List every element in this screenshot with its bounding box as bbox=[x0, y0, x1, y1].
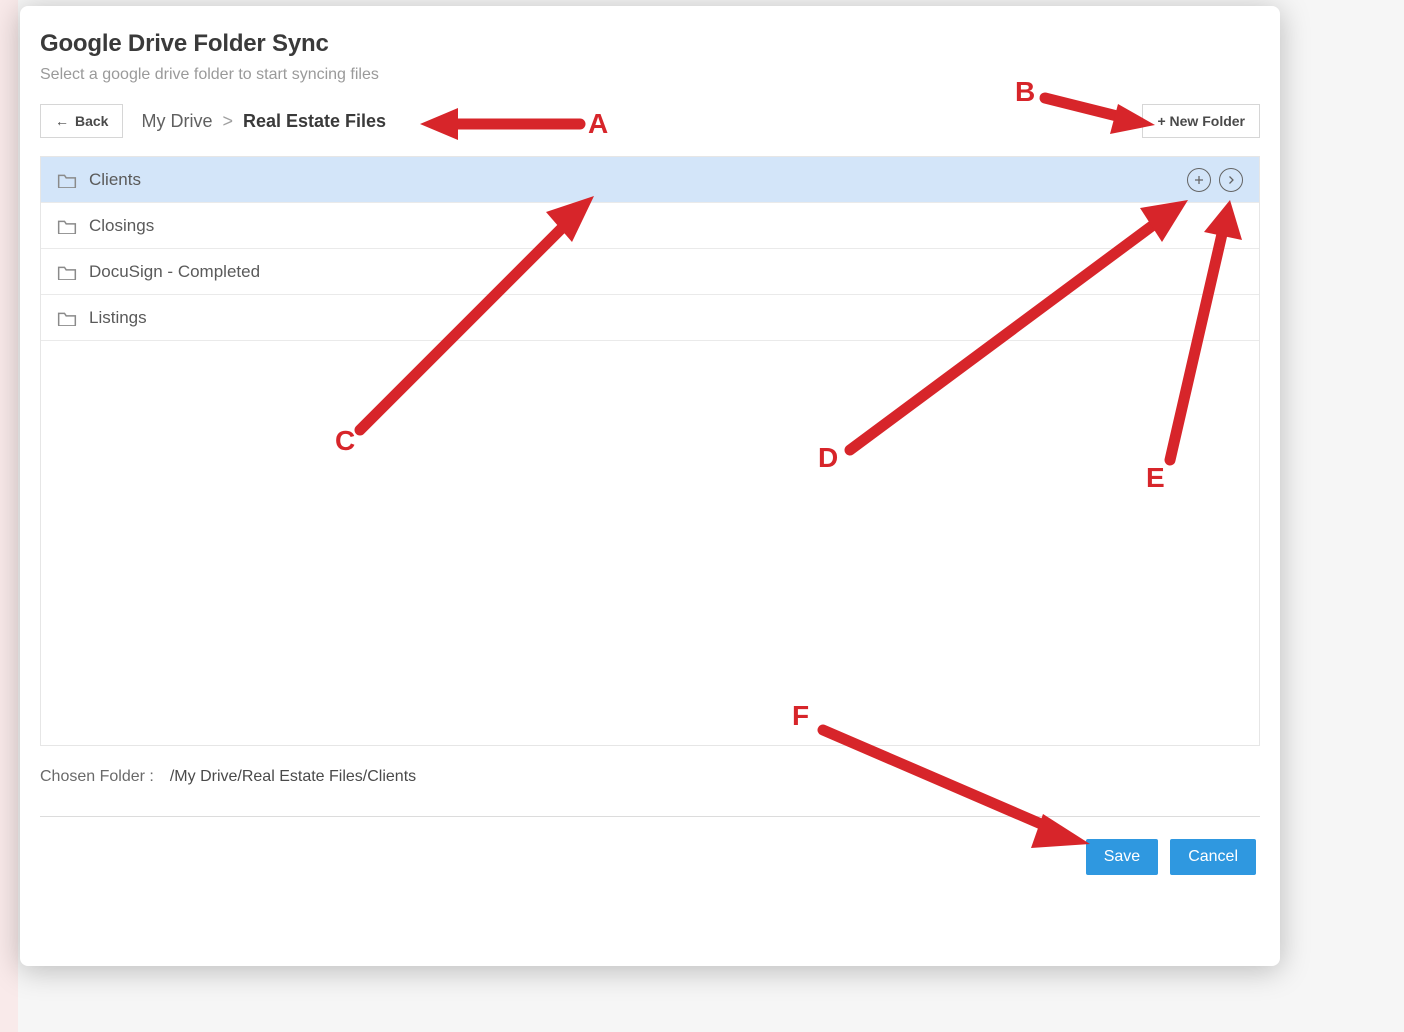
open-folder-icon[interactable] bbox=[1219, 168, 1243, 192]
divider bbox=[40, 816, 1260, 817]
background-page: Google Drive Folder Sync Select a google… bbox=[0, 0, 1404, 1032]
breadcrumb-current: Real Estate Files bbox=[243, 111, 386, 132]
folder-name: DocuSign - Completed bbox=[89, 262, 1243, 282]
folder-icon bbox=[57, 218, 77, 234]
new-folder-button[interactable]: + New Folder bbox=[1142, 104, 1260, 138]
back-button[interactable]: ← Back bbox=[40, 104, 123, 138]
back-arrow-icon: ← bbox=[55, 113, 69, 129]
breadcrumb: My Drive > Real Estate Files bbox=[141, 111, 386, 132]
modal-title: Google Drive Folder Sync bbox=[40, 30, 1260, 58]
add-subfolder-icon[interactable] bbox=[1187, 168, 1211, 192]
folder-icon bbox=[57, 264, 77, 280]
folder-sync-modal: Google Drive Folder Sync Select a google… bbox=[20, 6, 1280, 966]
folder-name: Clients bbox=[89, 170, 1187, 190]
folder-icon bbox=[57, 310, 77, 326]
cancel-button[interactable]: Cancel bbox=[1170, 839, 1256, 875]
folder-icon bbox=[57, 172, 77, 188]
toolbar: ← Back My Drive > Real Estate Files + Ne… bbox=[40, 104, 1260, 138]
chosen-folder-display: Chosen Folder : /My Drive/Real Estate Fi… bbox=[40, 768, 1260, 786]
folder-list: Clients Closings DocuSign - Completed Listi… bbox=[40, 156, 1260, 746]
folder-name: Listings bbox=[89, 308, 1243, 328]
chosen-folder-label: Chosen Folder : bbox=[40, 768, 154, 786]
chosen-folder-path: /My Drive/Real Estate Files/Clients bbox=[170, 768, 416, 786]
modal-subtitle: Select a google drive folder to start sy… bbox=[40, 66, 1260, 84]
folder-name: Closings bbox=[89, 216, 1243, 236]
folder-row[interactable]: DocuSign - Completed bbox=[41, 249, 1259, 295]
modal-footer: Save Cancel bbox=[40, 839, 1260, 875]
back-button-label: Back bbox=[75, 113, 108, 129]
folder-row[interactable]: Closings bbox=[41, 203, 1259, 249]
breadcrumb-root[interactable]: My Drive bbox=[141, 111, 212, 132]
breadcrumb-separator: > bbox=[222, 111, 233, 132]
folder-row[interactable]: Clients bbox=[41, 157, 1259, 203]
folder-row[interactable]: Listings bbox=[41, 295, 1259, 341]
save-button[interactable]: Save bbox=[1086, 839, 1158, 875]
